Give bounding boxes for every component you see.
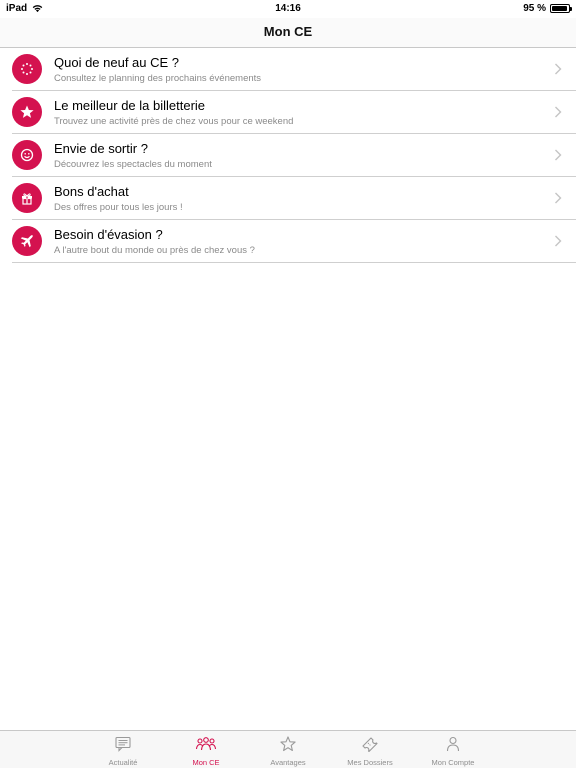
tab-bar: Actualité Mon CE Avantages Mes Dossiers (0, 730, 576, 768)
smiley-icon (12, 140, 42, 170)
news-icon (115, 736, 131, 752)
chevron-right-icon (555, 63, 562, 75)
tab-mes-dossiers[interactable]: Mes Dossiers (329, 731, 411, 768)
chevron-right-icon (555, 192, 562, 204)
tab-label: Mon Compte (431, 758, 475, 767)
menu-item-subtitle: Découvrez les spectacles du moment (54, 159, 212, 170)
clock: 14:16 (275, 3, 301, 14)
tab-label: Avantages (270, 758, 306, 767)
page-title: Mon CE (263, 24, 313, 39)
tab-avantages[interactable]: Avantages (247, 731, 329, 768)
navigation-bar: Mon CE (0, 18, 576, 48)
ticket-icon (362, 737, 378, 752)
battery-icon (550, 4, 572, 13)
battery-percent: 95 % (523, 3, 546, 14)
menu-item-subtitle: Trouvez une activité près de chez vous p… (54, 116, 294, 127)
tab-label: Mon CE (192, 758, 220, 767)
person-icon (446, 736, 460, 752)
menu-item-quoi-de-neuf[interactable]: Quoi de neuf au CE ? Consultez le planni… (12, 48, 576, 91)
star-outline-icon (280, 736, 296, 752)
menu-item-title: Le meilleur de la billetterie (54, 98, 206, 113)
tab-label: Actualité (108, 758, 138, 767)
menu-item-subtitle: A l'autre bout du monde ou près de chez … (54, 245, 255, 256)
menu-item-title: Envie de sortir ? (54, 141, 148, 156)
tab-mon-ce[interactable]: Mon CE (165, 731, 247, 768)
menu-item-evasion[interactable]: Besoin d'évasion ? A l'autre bout du mon… (12, 220, 576, 263)
star-icon (12, 97, 42, 127)
tab-label: Mes Dossiers (347, 758, 393, 767)
menu-list: Quoi de neuf au CE ? Consultez le planni… (0, 48, 576, 263)
tab-actualite[interactable]: Actualité (82, 731, 164, 768)
chevron-right-icon (555, 235, 562, 247)
gift-icon (12, 183, 42, 213)
menu-item-envie-de-sortir[interactable]: Envie de sortir ? Découvrez les spectacl… (12, 134, 576, 177)
menu-item-title: Quoi de neuf au CE ? (54, 55, 180, 70)
battery-fill (552, 6, 568, 11)
group-icon (195, 737, 217, 751)
status-right: 95 % (523, 3, 572, 14)
menu-item-bons-achat[interactable]: Bons d'achat Des offres pour tous les jo… (12, 177, 576, 220)
dotted-circle-icon (12, 54, 42, 84)
menu-item-subtitle: Des offres pour tous les jours ! (54, 202, 183, 213)
menu-item-title: Besoin d'évasion ? (54, 227, 163, 242)
status-bar: iPad 14:16 95 % (0, 0, 576, 18)
menu-item-subtitle: Consultez le planning des prochains évén… (54, 73, 262, 84)
airplane-icon (12, 226, 42, 256)
menu-item-billetterie[interactable]: Le meilleur de la billetterie Trouvez un… (12, 91, 576, 134)
tab-mon-compte[interactable]: Mon Compte (412, 731, 494, 768)
menu-item-title: Bons d'achat (54, 184, 129, 199)
chevron-right-icon (555, 149, 562, 161)
chevron-right-icon (555, 106, 562, 118)
